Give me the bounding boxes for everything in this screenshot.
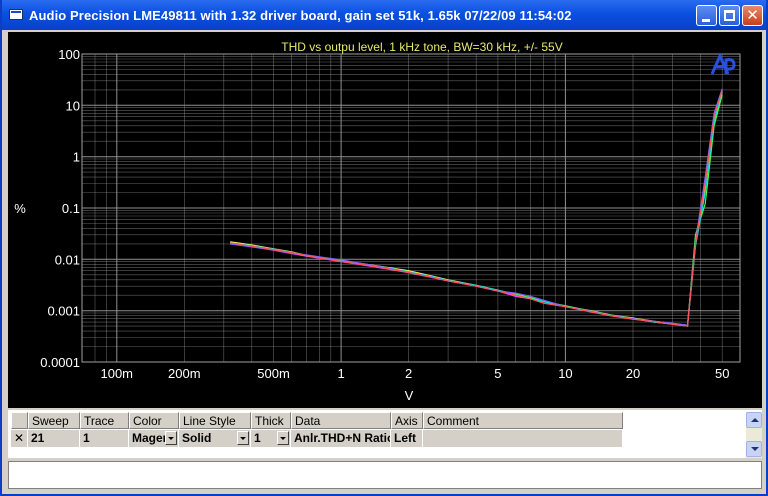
table-header[interactable]: Axis <box>391 412 423 429</box>
table-header[interactable]: Thick <box>251 412 291 429</box>
cell-trace[interactable]: 1 <box>80 430 129 447</box>
table-header[interactable]: Data <box>291 412 391 429</box>
table-header[interactable]: Trace <box>80 412 129 429</box>
table-header[interactable]: Line Style <box>179 412 251 429</box>
close-button[interactable]: ✕ <box>742 5 763 26</box>
x-tick-label: 10 <box>558 366 572 381</box>
x-tick-label: 20 <box>626 366 640 381</box>
chevron-down-icon[interactable] <box>277 431 289 445</box>
cell-line-style-value: Solid <box>182 431 212 445</box>
x-axis-label: V <box>405 388 414 403</box>
window-title: Audio Precision LME49811 with 1.32 drive… <box>29 8 572 23</box>
x-tick-label: 5 <box>494 366 501 381</box>
scroll-up-button[interactable] <box>746 412 762 428</box>
y-tick-label: 0.0001 <box>40 355 80 370</box>
y-tick-label: 0.001 <box>47 304 80 319</box>
cell-data[interactable]: Anlr.THD+N Ratio <box>291 430 391 447</box>
table-header[interactable]: Color <box>129 412 179 429</box>
cell-thick-value: 1 <box>254 431 261 445</box>
table-scrollbar[interactable] <box>746 412 762 458</box>
x-tick-label: 500m <box>257 366 290 381</box>
table-header[interactable]: Sweep <box>28 412 80 429</box>
minimize-button[interactable] <box>696 5 717 26</box>
y-tick-label: 0.1 <box>62 201 80 216</box>
y-tick-label: 100 <box>58 47 80 62</box>
y-axis-label: % <box>14 201 26 216</box>
chart-title: THD vs outpu level, 1 kHz tone, BW=30 kH… <box>281 40 562 54</box>
close-icon: ✕ <box>746 7 759 24</box>
x-tick-label: 2 <box>405 366 412 381</box>
y-tick-label: 1 <box>73 150 80 165</box>
x-tick-label: 100m <box>100 366 133 381</box>
row-enable-checkbox[interactable]: ✕ <box>11 430 28 447</box>
x-tick-label: 1 <box>337 366 344 381</box>
app-window-icon[interactable] <box>9 9 23 20</box>
cell-thick-dropdown[interactable]: 1 <box>251 430 291 447</box>
maximize-button[interactable] <box>719 5 740 26</box>
scroll-down-button[interactable] <box>746 441 762 457</box>
cell-color-dropdown[interactable]: Magen <box>129 430 179 447</box>
y-tick-label: 10 <box>66 98 80 113</box>
app-window: Audio Precision LME49811 with 1.32 drive… <box>0 0 768 496</box>
cell-comment[interactable] <box>423 430 623 447</box>
chart-grid <box>81 53 741 363</box>
table-header[interactable]: Comment <box>423 412 623 429</box>
y-tick-label: 0.01 <box>55 252 80 267</box>
cell-sweep[interactable]: 21 <box>28 430 80 447</box>
x-tick-label: 50 <box>715 366 729 381</box>
chevron-down-icon[interactable] <box>165 431 177 445</box>
graph-panel[interactable]: 100m 200m 500m 1 2 5 10 20 50 100 10 1 0.1 0.01 0.001 0… <box>8 32 762 408</box>
comment-input[interactable] <box>8 461 762 489</box>
cell-line-style-dropdown[interactable]: Solid <box>179 430 251 447</box>
cell-axis[interactable]: Left <box>391 430 423 447</box>
table-header-corner <box>11 412 28 429</box>
x-tick-label: 200m <box>168 366 201 381</box>
thd-chart: 100m 200m 500m 1 2 5 10 20 50 100 10 1 0.1 0.01 0.001 0… <box>14 40 741 403</box>
chevron-down-icon[interactable] <box>237 431 249 445</box>
title-bar[interactable]: Audio Precision LME49811 with 1.32 drive… <box>2 0 766 30</box>
sweep-table: Sweep Trace Color Line Style Thick Data … <box>8 410 762 458</box>
